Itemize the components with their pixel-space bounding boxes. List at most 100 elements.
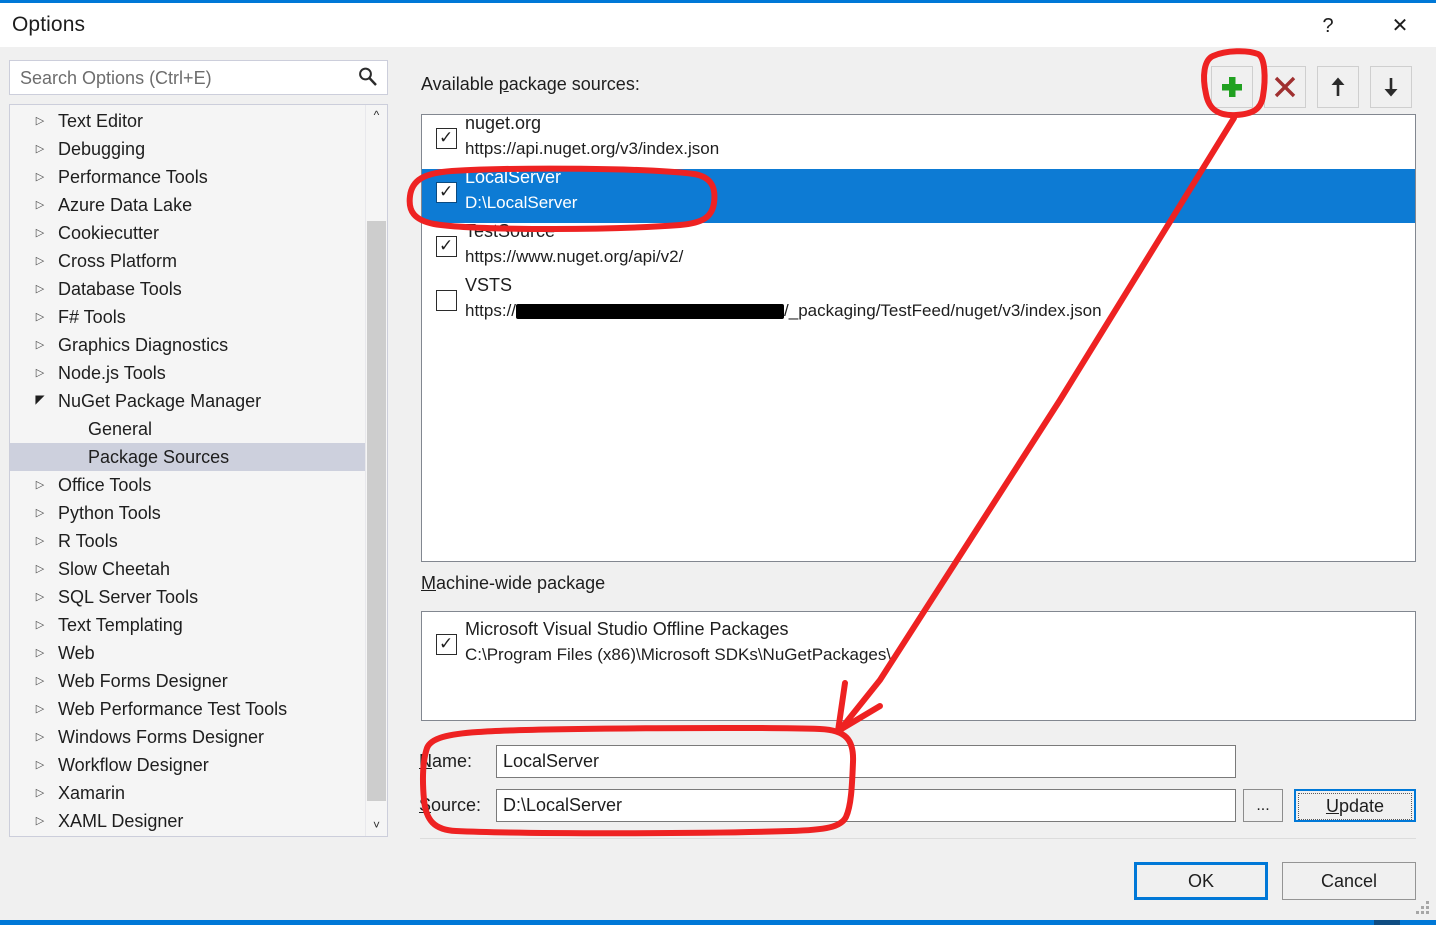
package-source-row[interactable]: VSTS https:// /_packaging/TestFeed/nuget/v…	[422, 275, 1415, 331]
tree-item-xamarin[interactable]: ▷ Xamarin	[10, 779, 366, 807]
label-part-suffix: ackage sources:	[508, 74, 640, 94]
chevron-collapsed-icon[interactable]: ▷	[33, 191, 47, 219]
chevron-collapsed-icon[interactable]: ▷	[33, 583, 47, 611]
tree-item-node-js-tools[interactable]: ▷ Node.js Tools	[10, 359, 366, 387]
checkmark-icon: ✓	[439, 182, 454, 201]
scrollbar-thumb[interactable]	[367, 221, 386, 801]
tree-item-cross-platform[interactable]: ▷ Cross Platform	[10, 247, 366, 275]
tree-item-office-tools[interactable]: ▷ Office Tools	[10, 471, 366, 499]
label-accel-key: N	[419, 751, 432, 771]
resize-grip[interactable]	[1416, 901, 1430, 915]
chevron-collapsed-icon[interactable]: ▷	[33, 331, 47, 359]
close-icon[interactable]: ✕	[1376, 5, 1424, 47]
label-accel-key: M	[421, 573, 436, 593]
tree-item-xaml-designer[interactable]: ▷ XAML Designer	[10, 807, 366, 835]
package-source-row[interactable]: ✓ TestSource https://www.nuget.org/api/v2/	[422, 221, 1415, 277]
tree-item-web[interactable]: ▷ Web	[10, 639, 366, 667]
remove-source-button[interactable]	[1264, 66, 1306, 108]
tree-item-f-tools[interactable]: ▷ F# Tools	[10, 303, 366, 331]
tree-item-text-templating[interactable]: ▷ Text Templating	[10, 611, 366, 639]
source-url: https:// /_packaging/TestFeed/nuget/v3/in…	[465, 301, 1102, 321]
tree-item-label: XAML Designer	[58, 811, 184, 831]
move-up-button[interactable]	[1317, 66, 1359, 108]
chevron-collapsed-icon[interactable]: ▷	[33, 527, 47, 555]
help-button[interactable]: ?	[1304, 5, 1352, 47]
chevron-collapsed-icon[interactable]: ▷	[33, 555, 47, 583]
source-name: VSTS	[465, 275, 513, 295]
chevron-collapsed-icon[interactable]: ▷	[33, 303, 47, 331]
tree-item-debugging[interactable]: ▷ Debugging	[10, 135, 366, 163]
tree-item-web-performance-test-tools[interactable]: ▷ Web Performance Test Tools	[10, 695, 366, 723]
tree-item-text-editor[interactable]: ▷ Text Editor	[10, 107, 366, 135]
name-field[interactable]	[496, 745, 1236, 778]
source-enabled-checkbox[interactable]: ✓	[436, 634, 457, 655]
package-source-row[interactable]: ✓ nuget.org https://api.nuget.org/v3/index…	[422, 115, 1415, 169]
add-source-button[interactable]	[1211, 66, 1253, 108]
source-enabled-checkbox[interactable]	[436, 290, 457, 311]
chevron-up-icon[interactable]: ^	[366, 105, 387, 126]
tree-item-azure-data-lake[interactable]: ▷ Azure Data Lake	[10, 191, 366, 219]
checkmark-icon: ✓	[439, 634, 454, 653]
chevron-collapsed-icon[interactable]: ▷	[33, 359, 47, 387]
search-box[interactable]	[9, 60, 388, 96]
arrow-down-icon	[1384, 78, 1398, 97]
tree-item-sql-server-tools[interactable]: ▷ SQL Server Tools	[10, 583, 366, 611]
chevron-down-icon[interactable]: ˅	[366, 815, 387, 836]
chevron-collapsed-icon[interactable]: ▷	[33, 219, 47, 247]
machine-wide-package-list[interactable]: ✓ Microsoft Visual Studio Offline Package…	[421, 611, 1416, 721]
tree-item-web-forms-designer[interactable]: ▷ Web Forms Designer	[10, 667, 366, 695]
label-accel-key: p	[498, 74, 509, 94]
tree-item-graphics-diagnostics[interactable]: ▷ Graphics Diagnostics	[10, 331, 366, 359]
package-source-row[interactable]: ✓ LocalServer D:\LocalServer	[422, 167, 1415, 223]
tree-item-windows-forms-designer[interactable]: ▷ Windows Forms Designer	[10, 723, 366, 751]
source-enabled-checkbox[interactable]: ✓	[436, 128, 457, 149]
tree-item-label: Cross Platform	[58, 251, 178, 271]
tree-item-workflow-designer[interactable]: ▷ Workflow Designer	[10, 751, 366, 779]
chevron-collapsed-icon[interactable]: ▷	[33, 779, 47, 807]
chevron-collapsed-icon[interactable]: ▷	[33, 751, 47, 779]
chevron-collapsed-icon[interactable]: ▷	[33, 163, 47, 191]
browse-button[interactable]: ...	[1243, 789, 1283, 822]
source-enabled-checkbox[interactable]: ✓	[436, 236, 457, 257]
chevron-expanded-icon[interactable]: ◢	[33, 387, 47, 415]
tree-item-cookiecutter[interactable]: ▷ Cookiecutter	[10, 219, 366, 247]
chevron-collapsed-icon[interactable]: ▷	[33, 807, 47, 835]
options-category-tree[interactable]: ▷ Text Editor ▷ Debugging ▷ Performance Tools…	[9, 104, 388, 837]
tree-item-label: Performance Tools	[58, 167, 208, 187]
chevron-collapsed-icon[interactable]: ▷	[33, 611, 47, 639]
chevron-collapsed-icon[interactable]: ▷	[33, 275, 47, 303]
move-down-button[interactable]	[1370, 66, 1412, 108]
tree-item-performance-tools[interactable]: ▷ Performance Tools	[10, 163, 366, 191]
tree-item-slow-cheetah[interactable]: ▷ Slow Cheetah	[10, 555, 366, 583]
cancel-button[interactable]: Cancel	[1282, 862, 1416, 900]
tree-item-general[interactable]: General	[10, 415, 366, 443]
tree-item-package-sources[interactable]: Package Sources	[10, 443, 366, 471]
tree-item-label: Node.js Tools	[58, 363, 166, 383]
tree-item-nuget-package-manager[interactable]: ◢ NuGet Package Manager	[10, 387, 366, 415]
update-button[interactable]: Update	[1294, 789, 1416, 822]
chevron-collapsed-icon[interactable]: ▷	[33, 135, 47, 163]
chevron-collapsed-icon[interactable]: ▷	[33, 247, 47, 275]
machine-wide-package-row[interactable]: ✓ Microsoft Visual Studio Offline Package…	[422, 619, 1415, 675]
tree-item-python-tools[interactable]: ▷ Python Tools	[10, 499, 366, 527]
tree-item-r-tools[interactable]: ▷ R Tools	[10, 527, 366, 555]
chevron-collapsed-icon[interactable]: ▷	[33, 639, 47, 667]
chevron-collapsed-icon[interactable]: ▷	[33, 471, 47, 499]
source-url-prefix: https://	[465, 301, 517, 320]
tree-item-label: Text Editor	[58, 111, 144, 131]
source-field[interactable]	[496, 789, 1236, 822]
source-enabled-checkbox[interactable]: ✓	[436, 182, 457, 203]
chevron-collapsed-icon[interactable]: ▷	[33, 695, 47, 723]
tree-item-database-tools[interactable]: ▷ Database Tools	[10, 275, 366, 303]
search-input[interactable]	[18, 61, 352, 96]
ok-button[interactable]: OK	[1134, 862, 1268, 900]
chevron-collapsed-icon[interactable]: ▷	[33, 723, 47, 751]
chevron-collapsed-icon[interactable]: ▷	[33, 667, 47, 695]
label-part-suffix: pdate	[1338, 796, 1385, 816]
package-sources-list[interactable]: ✓ nuget.org https://api.nuget.org/v3/index…	[421, 114, 1416, 562]
checkmark-icon: ✓	[439, 128, 454, 147]
chevron-collapsed-icon[interactable]: ▷	[33, 499, 47, 527]
chevron-collapsed-icon[interactable]: ▷	[33, 107, 47, 135]
tree-item-label: Windows Forms Designer	[58, 727, 265, 747]
tree-scrollbar[interactable]: ^ ˅	[365, 105, 387, 836]
